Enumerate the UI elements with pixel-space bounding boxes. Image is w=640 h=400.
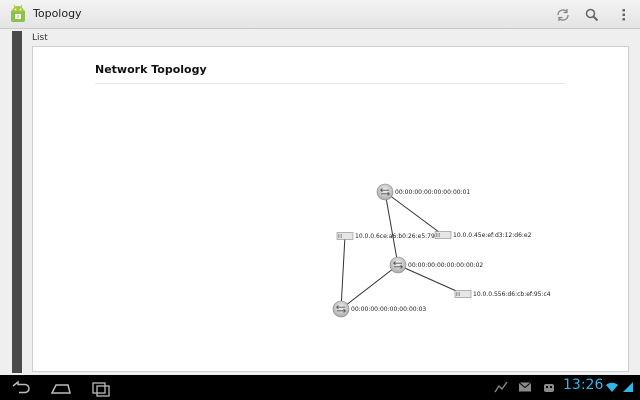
host-node[interactable]: 10.0.0.45e:ef:d3:12:d6:e2 <box>434 231 532 240</box>
switch-node[interactable]: 00:00:00:00:00:00:00:01 <box>376 183 470 201</box>
app-title: Topology <box>33 7 82 20</box>
search-icon <box>585 8 599 22</box>
switch-node[interactable]: 00:00:00:00:00:00:00:02 <box>389 256 483 274</box>
activity-icon <box>494 381 508 393</box>
host-node[interactable]: 10.0.0.6ce:a6:b0:26:e5:79 <box>336 232 435 241</box>
host-label: 10.0.0.556:d6:cb:ef:95:c4 <box>473 291 551 298</box>
link-s2-s3 <box>340 264 399 310</box>
mail-icon <box>518 382 532 392</box>
overflow-menu-button[interactable] <box>614 5 634 25</box>
refresh-icon <box>557 9 569 21</box>
host-label: 10.0.0.45e:ef:d3:12:d6:e2 <box>453 232 532 239</box>
action-bar: Topology <box>0 0 640 29</box>
link-s1-h2 <box>384 191 444 236</box>
overflow-icon <box>622 9 625 21</box>
switch-label: 00:00:00:00:00:00:00:03 <box>351 306 426 313</box>
side-strip <box>12 31 22 373</box>
android-app-icon[interactable] <box>7 3 29 25</box>
system-bar: 13:26 <box>0 375 640 400</box>
link-s2-h3 <box>397 264 464 295</box>
wifi-icon <box>606 382 618 392</box>
topology-card: Network Topology 00:00:00:00:00:00:00:01… <box>32 46 629 372</box>
topology-graph: 00:00:00:00:00:00:00:01 00:00:00:00:00:0… <box>332 183 551 318</box>
switch-label: 00:00:00:00:00:00:00:02 <box>408 262 483 269</box>
clock: 13:26 <box>563 377 604 393</box>
link-s3-h1 <box>340 235 346 310</box>
host-node[interactable]: 10.0.0.556:d6:cb:ef:95:c4 <box>454 290 551 299</box>
home-icon[interactable] <box>49 379 73 397</box>
back-icon[interactable] <box>9 379 33 397</box>
host-label: 10.0.0.6ce:a6:b0:26:e5:79 <box>355 233 435 240</box>
signal-icon <box>623 382 633 392</box>
tab-list[interactable]: List <box>32 33 48 43</box>
search-button[interactable] <box>582 5 602 25</box>
switch-label: 00:00:00:00:00:00:00:01 <box>395 189 470 196</box>
refresh-button[interactable] <box>553 5 573 25</box>
switch-node[interactable]: 00:00:00:00:00:00:00:03 <box>332 300 426 318</box>
link-s1-s2 <box>384 191 399 266</box>
debug-icon <box>544 384 554 392</box>
recent-apps-icon[interactable] <box>89 379 113 397</box>
